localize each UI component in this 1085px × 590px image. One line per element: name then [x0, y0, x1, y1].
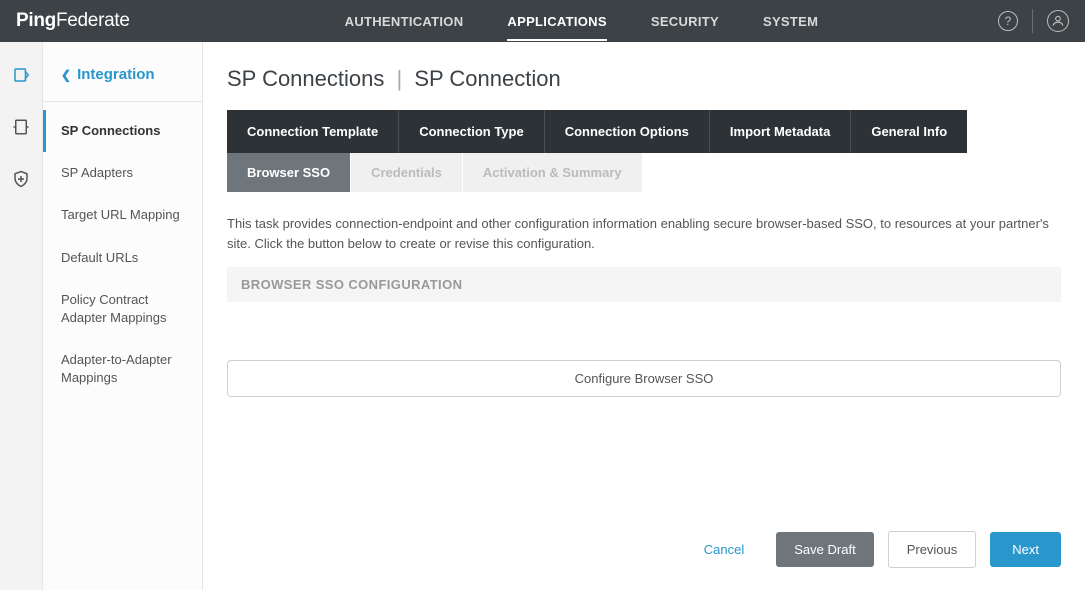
save-draft-button[interactable]: Save Draft — [776, 532, 873, 567]
sidebar-item-default-urls[interactable]: Default URLs — [43, 237, 202, 279]
tab-credentials[interactable]: Credentials — [351, 153, 463, 192]
sidebar-item-policy-contract[interactable]: Policy Contract Adapter Mappings — [43, 279, 202, 339]
sidebar-item-adapter-to-adapter[interactable]: Adapter-to-Adapter Mappings — [43, 339, 202, 399]
tab-general-info[interactable]: General Info — [851, 110, 967, 153]
footer-actions: Cancel Save Draft Previous Next — [227, 509, 1061, 590]
chevron-left-icon: ❮ — [61, 68, 71, 82]
vertical-divider — [1032, 9, 1033, 33]
configure-browser-sso-button[interactable]: Configure Browser SSO — [227, 360, 1061, 397]
sidebar-item-sp-connections[interactable]: SP Connections — [43, 110, 202, 152]
next-button[interactable]: Next — [990, 532, 1061, 567]
sidebar: ❮ Integration SP Connections SP Adapters… — [43, 42, 203, 590]
breadcrumb-current: SP Connection — [414, 66, 560, 91]
container: ❮ Integration SP Connections SP Adapters… — [0, 42, 1085, 590]
nav-applications[interactable]: APPLICATIONS — [507, 2, 606, 41]
sidebar-item-target-url[interactable]: Target URL Mapping — [43, 194, 202, 236]
rail-adapters-icon[interactable] — [12, 118, 30, 136]
breadcrumb: SP Connections | SP Connection — [227, 66, 1061, 92]
tab-connection-type[interactable]: Connection Type — [399, 110, 544, 153]
rail-integration-icon[interactable] — [12, 66, 30, 84]
description-text: This task provides connection-endpoint a… — [227, 214, 1061, 253]
tab-import-metadata[interactable]: Import Metadata — [710, 110, 851, 153]
nav-security[interactable]: SECURITY — [651, 2, 719, 41]
tab-connection-options[interactable]: Connection Options — [545, 110, 710, 153]
tab-connection-template[interactable]: Connection Template — [227, 110, 399, 153]
breadcrumb-parent: SP Connections — [227, 66, 384, 91]
user-icon[interactable] — [1047, 10, 1069, 32]
previous-button[interactable]: Previous — [888, 531, 977, 568]
wizard-tabs-light: Browser SSO Credentials Activation & Sum… — [227, 153, 1061, 192]
icon-rail — [0, 42, 43, 590]
main-content: SP Connections | SP Connection Connectio… — [203, 42, 1085, 590]
nav-system[interactable]: SYSTEM — [763, 2, 818, 41]
rail-security-icon[interactable] — [12, 170, 30, 188]
help-icon[interactable]: ? — [998, 11, 1018, 31]
topbar-right: ? — [998, 9, 1069, 33]
tab-browser-sso[interactable]: Browser SSO — [227, 153, 351, 192]
tab-activation-summary[interactable]: Activation & Summary — [463, 153, 643, 192]
nav-authentication[interactable]: AUTHENTICATION — [345, 2, 464, 41]
cancel-button[interactable]: Cancel — [686, 532, 762, 567]
wizard-tabs-dark: Connection Template Connection Type Conn… — [227, 110, 1061, 153]
sidebar-back[interactable]: ❮ Integration — [43, 66, 202, 102]
section-header: BROWSER SSO CONFIGURATION — [227, 267, 1061, 302]
top-nav: AUTHENTICATION APPLICATIONS SECURITY SYS… — [345, 2, 819, 41]
topbar: PingFederate AUTHENTICATION APPLICATIONS… — [0, 0, 1085, 42]
sidebar-item-sp-adapters[interactable]: SP Adapters — [43, 152, 202, 194]
logo: PingFederate — [16, 10, 130, 32]
sidebar-title-label: Integration — [77, 66, 155, 83]
breadcrumb-separator: | — [397, 66, 403, 91]
